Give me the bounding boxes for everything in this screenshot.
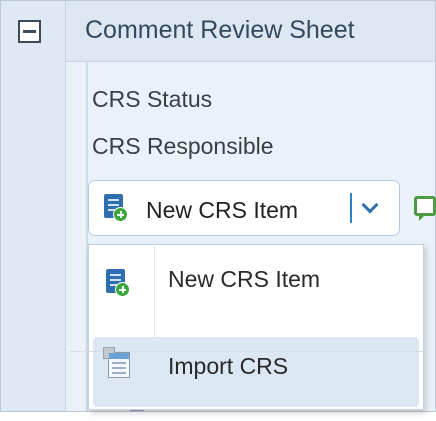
section-title: Comment Review Sheet xyxy=(85,16,355,44)
split-button-divider xyxy=(350,193,352,223)
menu-icon-rail xyxy=(154,244,155,344)
new-document-icon xyxy=(104,194,128,222)
minus-icon xyxy=(23,30,36,33)
new-crs-item-button-label[interactable]: New CRS Item xyxy=(146,197,298,224)
field-label-crs-status: CRS Status xyxy=(92,86,213,112)
new-document-icon xyxy=(106,269,130,297)
field-label-crs-responsible: CRS Responsible xyxy=(92,133,274,159)
spreadsheet-import-icon xyxy=(103,347,130,378)
panel-gutter xyxy=(1,1,66,411)
comment-icon[interactable] xyxy=(414,196,436,221)
menu-label-new-crs-item: New CRS Item xyxy=(168,266,321,292)
collapse-section-button[interactable] xyxy=(18,20,41,43)
menu-label-import-crs: Import CRS xyxy=(168,353,289,379)
section-header[interactable]: Comment Review Sheet xyxy=(66,1,435,62)
